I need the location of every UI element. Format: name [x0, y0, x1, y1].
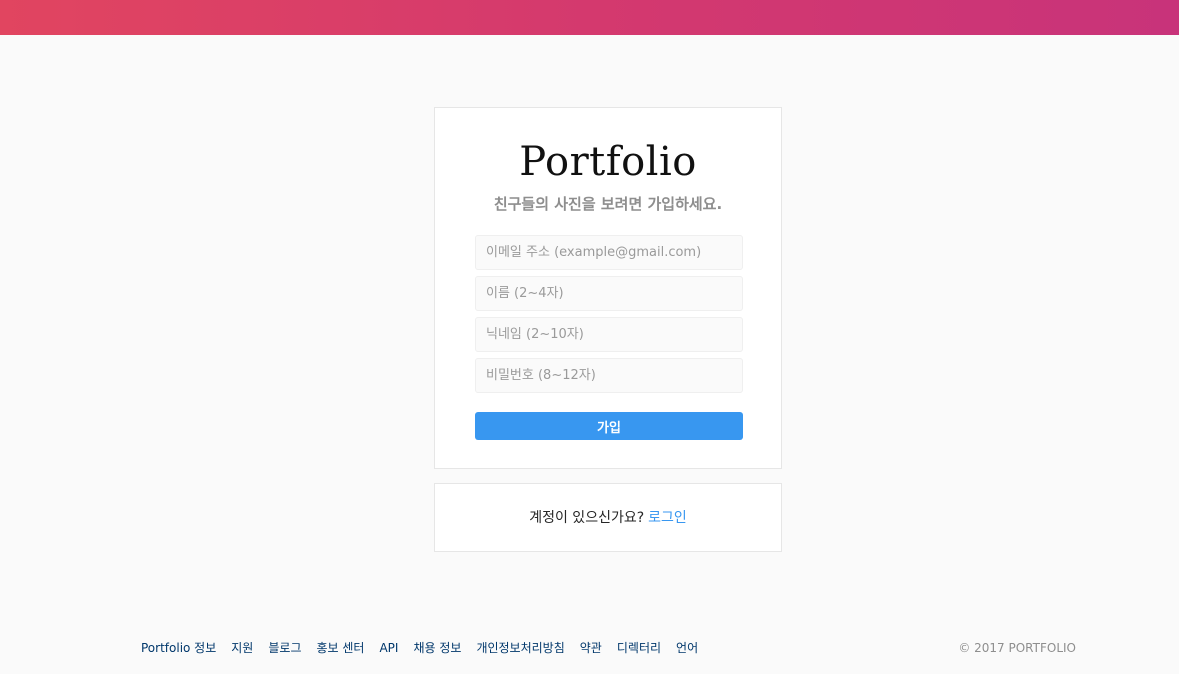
footer-link-language[interactable]: 언어 — [676, 638, 698, 658]
footer-link-blog[interactable]: 블로그 — [268, 638, 301, 658]
footer-links: Portfolio 정보 지원 블로그 홍보 센터 API 채용 정보 개인정보… — [141, 638, 713, 658]
footer-link-terms[interactable]: 약관 — [580, 638, 602, 658]
login-link[interactable]: 로그인 — [648, 510, 687, 526]
footer-link-about[interactable]: Portfolio 정보 — [141, 638, 216, 658]
name-field[interactable] — [475, 276, 743, 311]
signup-card: Portfolio 친구들의 사진을 보려면 가입하세요. 가입 — [434, 107, 782, 469]
footer-link-press[interactable]: 홍보 센터 — [316, 638, 364, 658]
copyright-text: © 2017 PORTFOLIO — [958, 641, 1076, 655]
password-field[interactable] — [475, 358, 743, 393]
nickname-field[interactable] — [475, 317, 743, 352]
email-field[interactable] — [475, 235, 743, 270]
app-logo: Portfolio — [519, 139, 697, 185]
login-card: 계정이 있으신가요? 로그인 — [434, 483, 782, 552]
signup-subtitle: 친구들의 사진을 보려면 가입하세요. — [493, 195, 723, 213]
footer-link-privacy[interactable]: 개인정보처리방침 — [476, 638, 564, 658]
signup-button[interactable]: 가입 — [475, 412, 743, 440]
footer: Portfolio 정보 지원 블로그 홍보 센터 API 채용 정보 개인정보… — [141, 638, 1076, 658]
footer-link-directory[interactable]: 디렉터리 — [617, 638, 661, 658]
footer-link-jobs[interactable]: 채용 정보 — [413, 638, 461, 658]
top-gradient-bar — [0, 0, 1179, 35]
footer-link-api[interactable]: API — [379, 638, 398, 658]
footer-link-support[interactable]: 지원 — [231, 638, 253, 658]
login-prompt: 계정이 있으신가요? — [529, 510, 645, 526]
